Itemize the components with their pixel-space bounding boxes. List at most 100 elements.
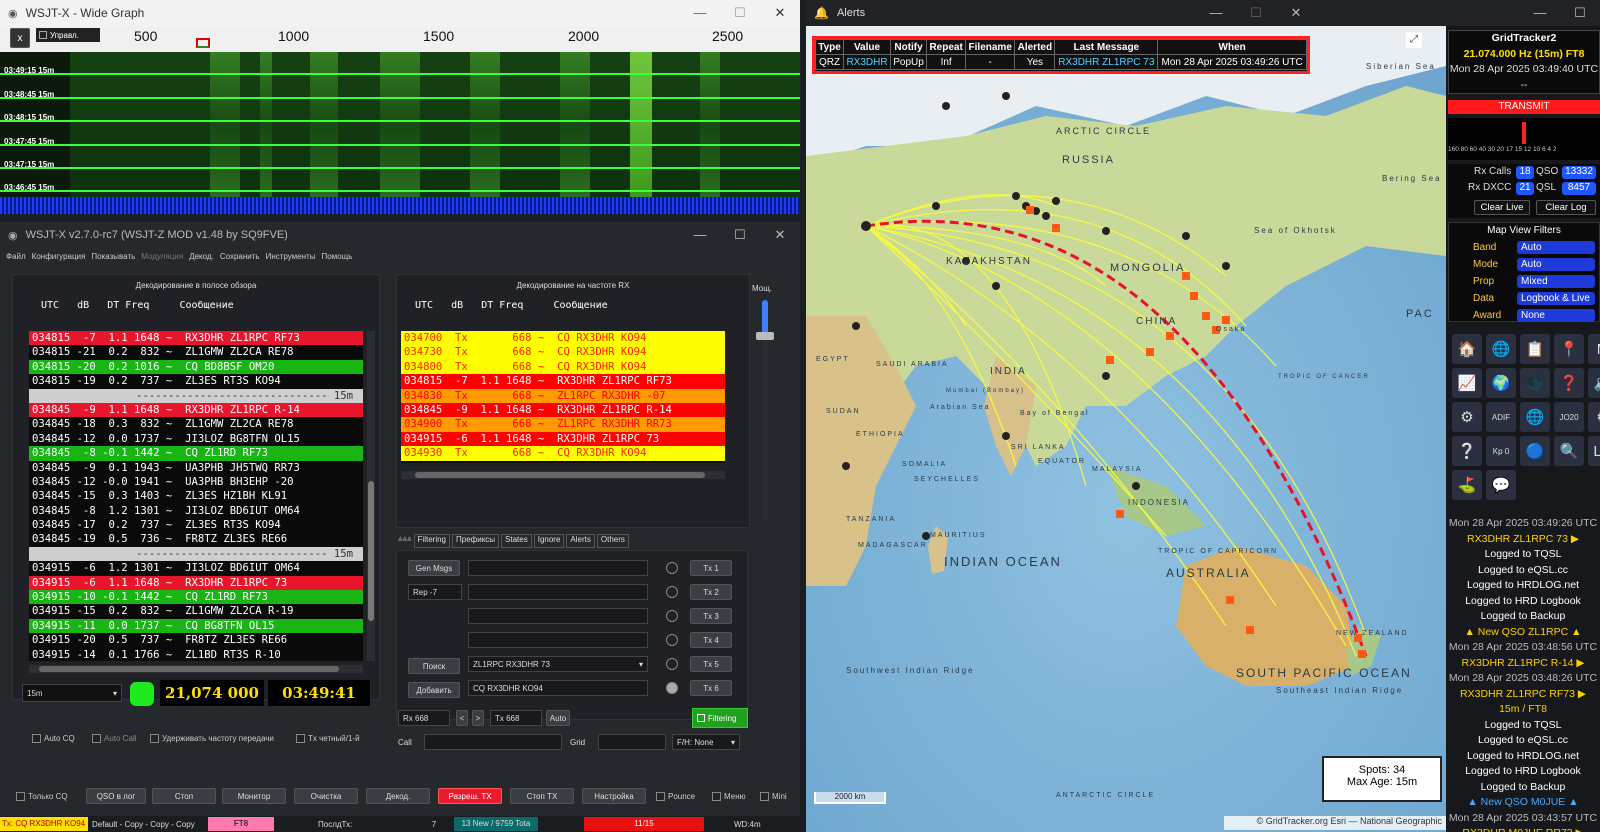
decode-button[interactable]: Декод. <box>366 788 430 804</box>
decode-row[interactable]: 034845 -17 0.2 737 ~ ZL3ES RT3S KO94 <box>29 518 363 532</box>
menu-tools[interactable]: Инструменты <box>266 252 316 261</box>
tool-icon[interactable]: 📋 <box>1520 334 1550 364</box>
tool-icon[interactable]: M <box>1588 334 1600 364</box>
waterfall-spectrum[interactable]: 03:49:15 15m 03:48:45 15m 03:48:15 15m 0… <box>0 52 800 214</box>
maximize-icon[interactable]: ☐ <box>1236 0 1276 26</box>
decode-row[interactable]: 034915 -6 1.1 1648 ~ RX3DHR ZL1RPC 73 <box>29 575 363 591</box>
decode-row[interactable]: 034815 -7 1.1 1648 ~ RX3DHR ZL1RPC RF73 <box>29 331 363 346</box>
decode-row[interactable]: 034730 Tx 668 ~ CQ RX3DHR KO94 <box>401 345 725 360</box>
tx1-radio[interactable] <box>666 562 678 574</box>
tx5-message-field[interactable]: ZL1RPC RX3DHR 73 ▾ <box>468 656 648 672</box>
decode-row[interactable]: 034845 -9 1.1 1648 ~ RX3DHR ZL1RPC R-14 <box>29 402 363 418</box>
decode-row[interactable]: 034930 Tx 668 ~ CQ RX3DHR KO94 <box>401 446 725 461</box>
menu-mode[interactable]: Модуляция <box>141 252 183 261</box>
gridtracker-titlebar[interactable]: — ☐ <box>1316 0 1600 26</box>
dx-call-field[interactable] <box>424 734 562 750</box>
tool-icon[interactable]: 💬 <box>1486 470 1516 500</box>
menu-view[interactable]: Показывать <box>91 252 135 261</box>
search-button[interactable]: Поиск <box>408 658 460 674</box>
filter-select[interactable]: Mixed <box>1517 274 1595 288</box>
tool-icon[interactable]: ⛳ <box>1452 470 1482 500</box>
menu-help[interactable]: Помощь <box>321 252 352 261</box>
rig-status-indicator[interactable] <box>130 682 154 706</box>
tool-icon[interactable]: 🔊 <box>1588 368 1600 398</box>
tab-alerts[interactable]: Alerts <box>566 534 595 548</box>
tool-icon[interactable]: 🔍 <box>1554 436 1584 466</box>
enable-tx-button[interactable]: Разреш. TX <box>438 788 502 804</box>
decode-row[interactable]: 034845 -8 1.2 1301 ~ JI3LOZ BD6IUT OM64 <box>29 504 363 518</box>
tx6-radio[interactable] <box>666 682 678 694</box>
tool-icon[interactable]: 🌍 <box>1486 368 1516 398</box>
tool-icon[interactable]: ❔ <box>1452 436 1482 466</box>
erase-button[interactable]: Очистка <box>294 788 358 804</box>
tool-icon[interactable]: 🌐 <box>1486 334 1516 364</box>
tool-icon[interactable]: 📈 <box>1452 368 1482 398</box>
minimize-icon[interactable]: — <box>1520 0 1560 26</box>
rx-hscrollbar[interactable] <box>401 471 725 479</box>
decode-row[interactable]: 034845 -8 -0.1 1442 ~ CQ ZL1RD RF73 <box>29 446 363 461</box>
decode-row[interactable]: 034915 -11 0.0 1737 ~ CQ BG8TFN OL15 <box>29 618 363 634</box>
rx-frequency-spinner[interactable]: Rx 668 <box>398 710 450 726</box>
menu-checkbox[interactable]: Меню <box>712 792 746 801</box>
frequency-ruler[interactable]: x Управл. 500 1000 1500 2000 2500 <box>0 26 800 52</box>
decode-row[interactable]: 034845 -9 0.1 1943 ~ UA3PHB JH5TWQ RR73 <box>29 461 363 475</box>
band-select[interactable]: 15m ▾ <box>22 684 122 702</box>
tool-icon[interactable]: 🌐 <box>1520 402 1550 432</box>
decode-row[interactable]: 034815 -19 0.2 737 ~ ZL3ES RT3S KO94 <box>29 374 363 388</box>
decode-row[interactable]: 034845 -18 0.3 832 ~ ZL1GMW ZL2CA RE78 <box>29 417 363 431</box>
add-button[interactable]: Добавить <box>408 682 460 698</box>
decode-row[interactable]: 034915 -15 0.2 832 ~ ZL1GMW ZL2CA R-19 <box>29 604 363 618</box>
tool-icon[interactable]: ADIF <box>1486 402 1516 432</box>
log-qso-button[interactable]: QSO в лог <box>86 788 146 804</box>
tool-icon[interactable]: 🔵 <box>1520 436 1550 466</box>
tool-icon[interactable]: 🌑 <box>1520 368 1550 398</box>
tx4-button[interactable]: Tx 4 <box>690 632 732 648</box>
tx3-message-field[interactable] <box>468 608 648 624</box>
menu-file[interactable]: Файл <box>6 252 26 261</box>
gen-msgs-button[interactable]: Gen Msgs <box>408 560 460 576</box>
auto-button[interactable]: Auto <box>546 710 570 726</box>
alerts-titlebar[interactable]: 🔔 Alerts — ☐ ✕ <box>806 0 1316 26</box>
rx-frequency-list[interactable]: 034700 Tx 668 ~ CQ RX3DHR KO94 034730 Tx … <box>401 331 725 463</box>
maximize-icon[interactable]: ☐ <box>720 0 760 26</box>
tool-icon[interactable]: 🏠 <box>1452 334 1482 364</box>
report-spinner[interactable]: Rep -7 <box>408 584 462 600</box>
power-slider-handle[interactable] <box>756 332 774 340</box>
dx-grid-field[interactable] <box>598 734 666 750</box>
decode-row[interactable]: 034815 -7 1.1 1648 ~ RX3DHR ZL1RPC RF73 <box>401 374 725 389</box>
decode-row[interactable]: 034915 -6 1.2 1301 ~ JI3LOZ BD6IUT OM64 <box>29 561 363 575</box>
maximize-icon[interactable]: ☐ <box>1560 0 1600 26</box>
clear-live-button[interactable]: Clear Live <box>1474 200 1530 215</box>
decode-row[interactable]: 034845 -12 0.0 1737 ~ JI3LOZ BG8TFN OL15 <box>29 432 363 446</box>
hold-tx-freq-checkbox[interactable]: Удерживать частоту передачи <box>150 734 274 743</box>
tx2-radio[interactable] <box>666 586 678 598</box>
clear-log-button[interactable]: Clear Log <box>1536 200 1596 215</box>
tool-icon[interactable]: ⚙ <box>1588 402 1600 432</box>
tx1-button[interactable]: Tx 1 <box>690 560 732 576</box>
filter-select[interactable]: Auto <box>1517 240 1595 254</box>
band-activity-hscrollbar[interactable] <box>29 665 363 673</box>
tx6-message-field[interactable]: CQ RX3DHR KO94 <box>468 680 648 696</box>
decode-row[interactable]: 034845 -19 0.5 736 ~ FR8TZ ZL3ES RE66 <box>29 532 363 546</box>
tx5-button[interactable]: Tx 5 <box>690 656 732 672</box>
decode-row[interactable]: 034915 -6 1.1 1648 ~ RX3DHR ZL1RPC 73 <box>401 431 725 447</box>
decode-row[interactable]: 034900 Tx 668 ~ ZL1RPC RX3DHR RR73 <box>401 417 725 432</box>
tx2-button[interactable]: Tx 2 <box>690 584 732 600</box>
tx5-radio[interactable] <box>666 658 678 670</box>
tab-ignore[interactable]: Ignore <box>533 534 565 548</box>
tune-button[interactable]: Настройка <box>582 788 646 804</box>
maximize-icon[interactable]: ☐ <box>720 222 760 248</box>
close-icon[interactable]: ✕ <box>760 0 800 26</box>
decode-row[interactable]: 034845 -15 0.3 1403 ~ ZL3ES HZ1BH KL91 <box>29 489 363 503</box>
decode-row[interactable]: 034915 -20 0.5 737 ~ FR8TZ ZL3ES RE66 <box>29 633 363 647</box>
tab-others[interactable]: Others <box>596 534 629 548</box>
menu-config[interactable]: Конфигурация <box>32 252 86 261</box>
tool-icon[interactable]: LC <box>1588 436 1600 466</box>
filtering-toggle[interactable]: Filtering <box>692 708 748 728</box>
fullscreen-icon[interactable]: ⤢ <box>1406 32 1422 48</box>
pounce-checkbox[interactable]: Pounce <box>656 792 695 801</box>
tx6-button[interactable]: Tx 6 <box>690 680 732 696</box>
auto-call-checkbox[interactable]: Auto Call <box>92 734 136 743</box>
filter-select[interactable]: Logbook & Live <box>1517 291 1595 305</box>
decode-row[interactable]: 034845 -9 1.1 1648 ~ RX3DHR ZL1RPC R-14 <box>401 402 725 418</box>
